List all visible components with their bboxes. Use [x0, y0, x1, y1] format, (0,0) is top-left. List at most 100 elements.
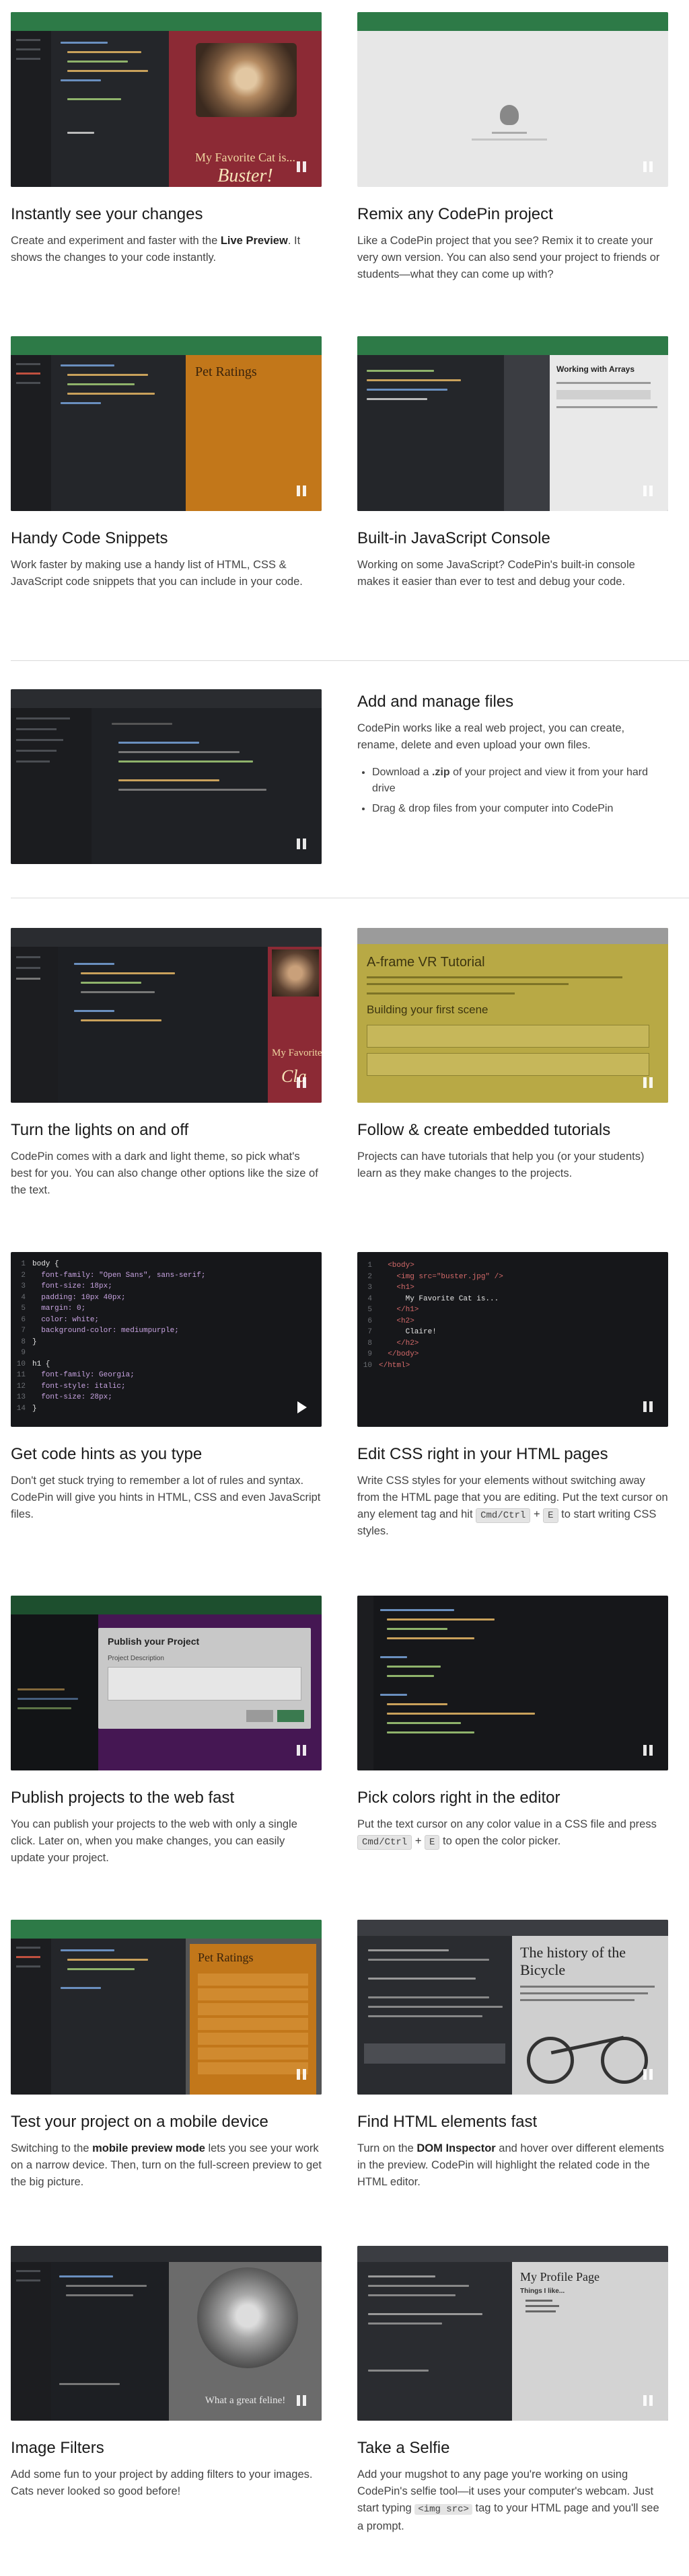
feature-tutorials: A-frame VR Tutorial Building your first … — [357, 928, 668, 1182]
section-divider — [11, 660, 689, 661]
files-screenshot — [11, 689, 322, 864]
editor-topbar — [11, 12, 322, 31]
line-number: 13 — [16, 1393, 26, 1401]
code-line: 1 <body> — [357, 1261, 667, 1272]
pause-button[interactable] — [296, 1745, 307, 1756]
editor-topbar — [357, 12, 668, 31]
code-line: 7 background-color: mediumpurple; — [11, 1327, 320, 1337]
cmd-ctrl-key: Cmd/Ctrl — [357, 1835, 412, 1850]
preview-heading: Working with Arrays — [556, 364, 635, 374]
feature-description: Switching to the mobile preview mode let… — [11, 2142, 322, 2188]
pause-button[interactable] — [296, 2069, 307, 2080]
preview-heading: Pet Ratings — [195, 364, 257, 379]
code-text: } — [32, 1404, 37, 1413]
image-filters-screenshot: What a great feline! — [11, 2246, 322, 2421]
code-text: font-size: 28px; — [32, 1393, 112, 1401]
preview-heading: My Favorite Cat is... — [272, 1048, 322, 1058]
line-number: 10 — [363, 1361, 372, 1370]
feature-remix: Remix any CodePin project Like a CodePin… — [357, 12, 668, 283]
feature-title: Publish projects to the web fast — [11, 1789, 235, 1807]
pause-button[interactable] — [296, 2395, 307, 2406]
line-number: 5 — [367, 1306, 372, 1314]
code-line: 5 margin: 0; — [11, 1304, 320, 1315]
bullet-drag-drop: Drag & drop files from your computer int… — [372, 801, 668, 817]
code-editor — [58, 947, 268, 1103]
feature-description: Projects can have tutorials that help yo… — [357, 1150, 645, 1179]
file-sidebar — [11, 355, 51, 511]
line-number: 6 — [21, 1315, 26, 1324]
code-line: 2 <img src="buster.jpg" /> — [357, 1273, 667, 1284]
line-number: 3 — [21, 1282, 26, 1290]
cat-photo — [196, 43, 297, 117]
feature-title: Remix any CodePin project — [357, 205, 553, 223]
code-text: <body> — [379, 1261, 414, 1270]
line-number: 8 — [367, 1339, 372, 1348]
preview-heading: My Profile Page — [520, 2270, 600, 2284]
play-button[interactable] — [297, 1401, 307, 1413]
code-text: <img src="buster.jpg" /> — [379, 1272, 503, 1281]
editor-topbar — [11, 336, 322, 355]
code-editor — [357, 355, 504, 511]
e-key: E — [543, 1508, 558, 1523]
img-tag-code: <img src> — [414, 2504, 472, 2515]
pause-button[interactable] — [643, 1745, 653, 1756]
code-text: My Favorite Cat is... — [379, 1294, 499, 1303]
code-text: </h2> — [379, 1339, 419, 1348]
feature-description: Put the text cursor on any color value i… — [357, 1816, 668, 1850]
live-preview-screenshot: My Favorite Cat is... Buster! — [11, 12, 322, 187]
cancel-button[interactable] — [246, 1710, 273, 1722]
line-number: 8 — [21, 1337, 26, 1346]
code-line: 1 body { — [11, 1260, 320, 1271]
publish-button[interactable] — [277, 1710, 304, 1722]
line-number: 9 — [21, 1349, 26, 1357]
cmd-ctrl-key: Cmd/Ctrl — [476, 1508, 531, 1523]
code-text: margin: 0; — [32, 1304, 86, 1313]
line-number: 1 — [367, 1261, 372, 1270]
code-editor — [51, 355, 186, 511]
feature-title: Turn the lights on and off — [11, 1121, 189, 1139]
pause-button[interactable] — [643, 485, 653, 496]
html-editor — [357, 1936, 512, 2095]
pause-button[interactable] — [643, 1401, 653, 1412]
filtered-cat-photo — [197, 2267, 298, 2368]
pause-button[interactable] — [296, 485, 307, 496]
code-text: padding: 10px 40px; — [32, 1293, 126, 1302]
feature-title: Add and manage files — [357, 693, 514, 711]
feature-css-in-html: 1 <body> 2 <img src="buster.jpg" /> 3 <h1>… — [357, 1252, 668, 1540]
feature-description: CodePin comes with a dark and light them… — [11, 1150, 318, 1196]
tutorial-pane: A-frame VR Tutorial Building your first … — [357, 944, 668, 1103]
pause-button[interactable] — [643, 1077, 653, 1088]
pause-button[interactable] — [643, 2069, 653, 2080]
selfie-screenshot: My Profile Page Things I like... — [357, 2246, 668, 2421]
code-text: <h2> — [379, 1317, 414, 1325]
pause-button[interactable] — [643, 161, 653, 172]
code-line: 3 font-size: 18px; — [11, 1282, 320, 1293]
project-description-field[interactable] — [108, 1667, 301, 1701]
code-line: 11 font-family: Georgia; — [11, 1371, 320, 1382]
line-number: 10 — [16, 1360, 26, 1368]
feature-description: You can publish your projects to the web… — [11, 1818, 297, 1864]
pause-button[interactable] — [643, 2395, 653, 2406]
code-text: background-color: mediumpurple; — [32, 1327, 179, 1335]
code-line: 12 font-style: italic; — [11, 1382, 320, 1393]
file-sidebar — [11, 708, 92, 864]
feature-bullets: Download a .zip of your project and view… — [372, 765, 668, 817]
line-number: 11 — [16, 1371, 26, 1379]
code-editor — [51, 2262, 169, 2421]
feature-title: Follow & create embedded tutorials — [357, 1121, 611, 1139]
code-text: Claire! — [379, 1328, 437, 1336]
pause-button[interactable] — [296, 1077, 307, 1088]
tutorials-screenshot: A-frame VR Tutorial Building your first … — [357, 928, 668, 1103]
line-number: 4 — [367, 1294, 372, 1303]
mobile-preview-screenshot: Pet Ratings — [11, 1920, 322, 2095]
feature-description: Don't get stuck trying to remember a lot… — [11, 1475, 321, 1520]
code-text: <h1> — [379, 1284, 414, 1292]
file-sidebar — [11, 2262, 51, 2421]
pause-button[interactable] — [296, 161, 307, 172]
tutorial-title: A-frame VR Tutorial — [367, 955, 485, 970]
code-line: 14} — [11, 1405, 320, 1415]
line-number: 3 — [367, 1284, 372, 1292]
pause-button[interactable] — [296, 838, 307, 849]
line-number: 14 — [16, 1404, 26, 1413]
bullet-download: Download a .zip of your project and view… — [372, 765, 668, 797]
